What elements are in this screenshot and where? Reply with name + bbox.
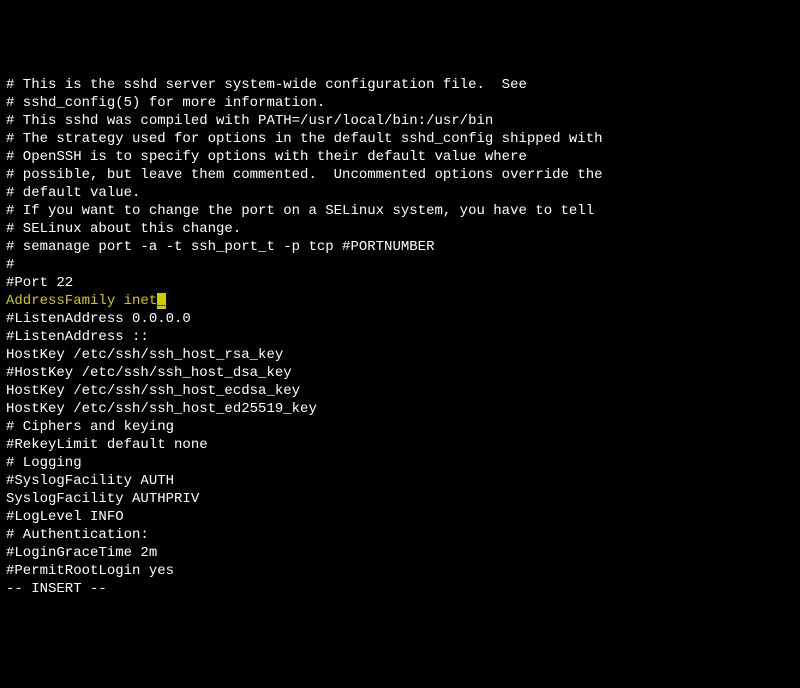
config-line: #SyslogFacility AUTH: [6, 472, 794, 490]
config-line: #LoginGraceTime 2m: [6, 544, 794, 562]
terminal-editor[interactable]: # This is the sshd server system-wide co…: [6, 76, 794, 598]
current-line: AddressFamily inet_: [6, 292, 794, 310]
config-line: # semanage port -a -t ssh_port_t -p tcp …: [6, 238, 794, 256]
config-line: #LogLevel INFO: [6, 508, 794, 526]
config-line: HostKey /etc/ssh/ssh_host_ecdsa_key: [6, 382, 794, 400]
config-line: # This is the sshd server system-wide co…: [6, 76, 794, 94]
config-line: HostKey /etc/ssh/ssh_host_ed25519_key: [6, 400, 794, 418]
config-line: # This sshd was compiled with PATH=/usr/…: [6, 112, 794, 130]
vim-status-line: -- INSERT --: [6, 580, 794, 598]
config-line: #ListenAddress 0.0.0.0: [6, 310, 794, 328]
config-line: # OpenSSH is to specify options with the…: [6, 148, 794, 166]
config-line: # possible, but leave them commented. Un…: [6, 166, 794, 184]
config-line: HostKey /etc/ssh/ssh_host_rsa_key: [6, 346, 794, 364]
config-line: #: [6, 256, 794, 274]
highlighted-text: AddressFamily inet: [6, 293, 157, 309]
config-line: #RekeyLimit default none: [6, 436, 794, 454]
config-line: # If you want to change the port on a SE…: [6, 202, 794, 220]
config-line: SyslogFacility AUTHPRIV: [6, 490, 794, 508]
config-line: # Authentication:: [6, 526, 794, 544]
config-line: #Port 22: [6, 274, 794, 292]
config-line: # Ciphers and keying: [6, 418, 794, 436]
config-line: # sshd_config(5) for more information.: [6, 94, 794, 112]
config-line: # SELinux about this change.: [6, 220, 794, 238]
cursor: _: [157, 293, 165, 309]
config-line: #HostKey /etc/ssh/ssh_host_dsa_key: [6, 364, 794, 382]
config-line: #PermitRootLogin yes: [6, 562, 794, 580]
config-line: # default value.: [6, 184, 794, 202]
config-line: # The strategy used for options in the d…: [6, 130, 794, 148]
config-line: # Logging: [6, 454, 794, 472]
config-line: #ListenAddress ::: [6, 328, 794, 346]
